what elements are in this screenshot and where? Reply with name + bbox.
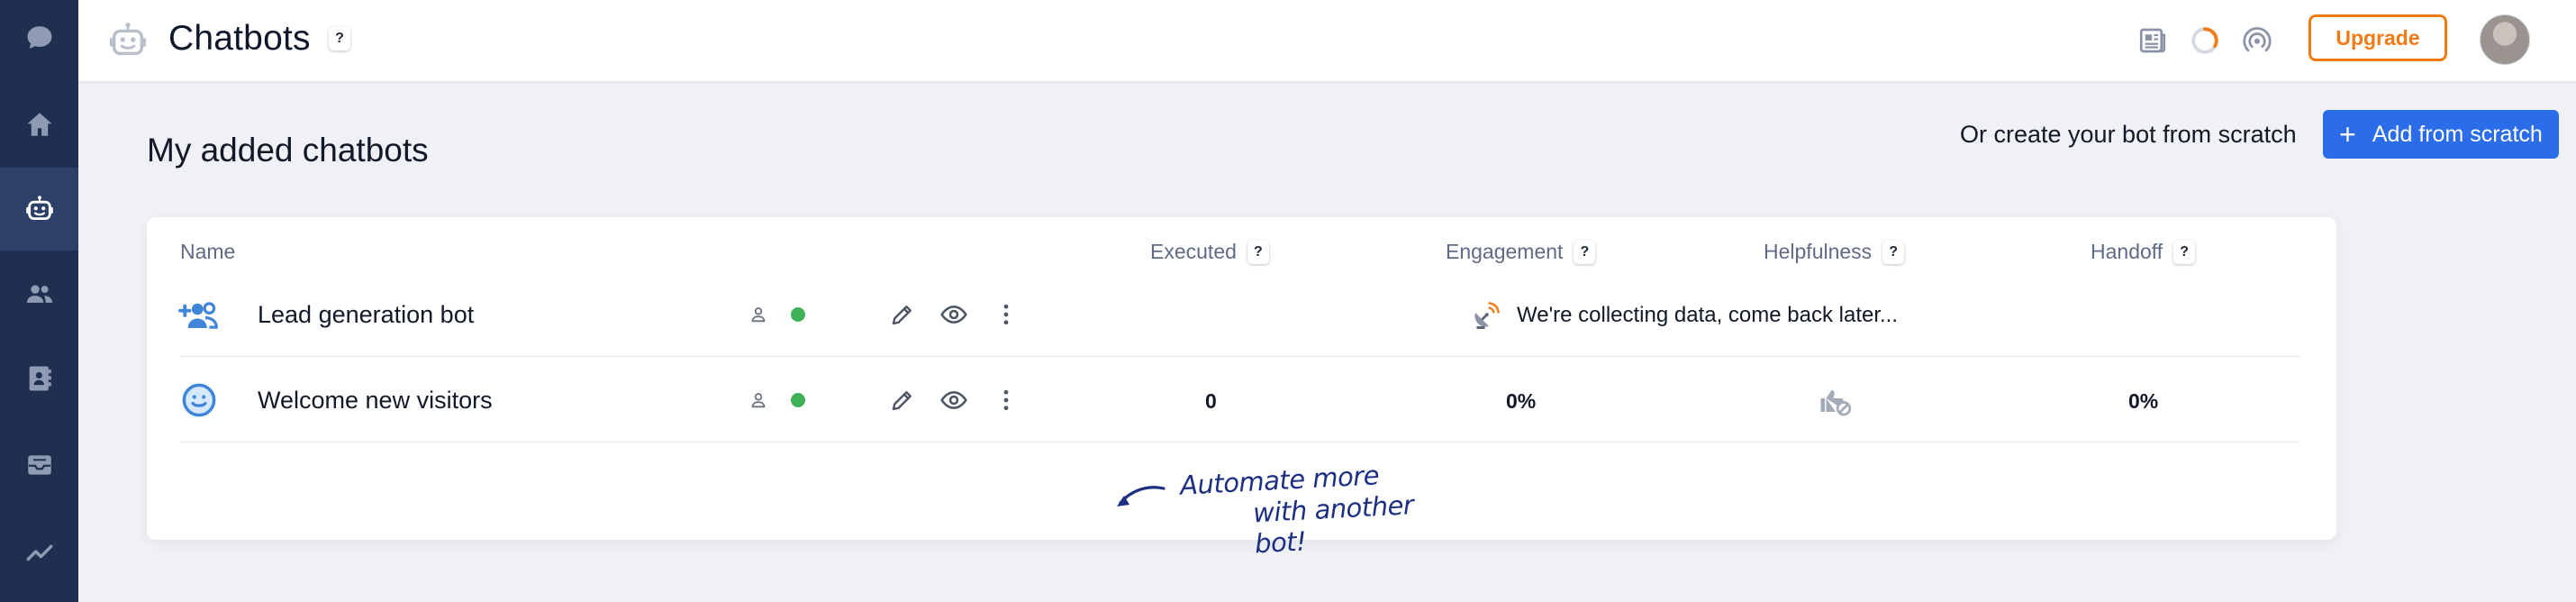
smiley-icon — [177, 380, 222, 420]
robot-icon — [25, 196, 53, 221]
plus-icon: + — [2339, 118, 2356, 150]
preview-eye-icon[interactable] — [938, 298, 970, 331]
row-divider — [180, 356, 2300, 357]
preview-eye-icon[interactable] — [938, 384, 970, 416]
chat-bubble-icon — [27, 26, 51, 50]
helpfulness-help-button[interactable]: ? — [1882, 240, 1905, 264]
column-header-engagement: Engagement ? — [1446, 240, 1596, 264]
automate-line-2: with another bot! — [1252, 489, 1415, 560]
news-icon[interactable] — [2136, 23, 2170, 58]
scratch-prompt: Or create your bot from scratch — [1960, 121, 2297, 148]
page-title: Chatbots — [168, 19, 311, 58]
column-header-executed: Executed ? — [1150, 240, 1269, 264]
owner-icon — [751, 307, 766, 323]
upgrade-button[interactable]: Upgrade — [2308, 14, 2447, 61]
owner-icon — [751, 393, 766, 408]
status-active-dot — [791, 307, 805, 322]
avatar[interactable] — [2480, 14, 2530, 65]
top-bar: Chatbots ? Upgrade — [78, 0, 2576, 82]
address-book-icon — [29, 366, 51, 391]
broadcast-icon[interactable] — [2240, 23, 2274, 58]
engagement-value: 0% — [1506, 389, 1537, 413]
engagement-help-button[interactable]: ? — [1574, 240, 1596, 264]
sidebar-item-chatbots[interactable] — [0, 168, 78, 251]
add-from-scratch-button[interactable]: + Add from scratch — [2323, 110, 2559, 159]
more-options-icon[interactable] — [990, 298, 1022, 331]
add-people-icon — [177, 296, 222, 335]
sidebar-item-conversations[interactable] — [0, 0, 78, 76]
trend-icon — [26, 544, 52, 561]
thumbs-up-disabled-icon — [1820, 390, 1852, 416]
inbox-icon — [27, 455, 51, 475]
collecting-data-notice: We're collecting data, come back later..… — [1470, 299, 1898, 332]
progress-ring-icon[interactable] — [2188, 23, 2222, 58]
people-icon — [26, 285, 52, 303]
handoff-value: 0% — [2128, 389, 2159, 413]
collecting-data-text: We're collecting data, come back later..… — [1517, 303, 1899, 327]
executed-help-button[interactable]: ? — [1247, 240, 1269, 264]
add-from-scratch-label: Add from scratch — [2372, 121, 2543, 147]
column-header-name: Name — [180, 240, 236, 263]
bot-name[interactable]: Welcome new visitors — [258, 387, 493, 415]
chatbot-app-icon — [109, 23, 147, 56]
section-title: My added chatbots — [147, 132, 429, 169]
column-header-handoff: Handoff ? — [2091, 240, 2196, 264]
handoff-help-button[interactable]: ? — [2173, 240, 2196, 264]
sidebar-item-contact-book[interactable] — [0, 337, 78, 420]
more-options-icon[interactable] — [990, 384, 1022, 416]
edit-pencil-icon[interactable] — [886, 384, 919, 416]
column-header-helpfulness: Helpfulness ? — [1764, 240, 1905, 264]
sidebar — [0, 0, 78, 602]
title-help-button[interactable]: ? — [329, 27, 350, 50]
edit-pencil-icon[interactable] — [886, 298, 919, 331]
automate-more-link[interactable]: Automate more with another bot! — [1113, 460, 1474, 559]
sidebar-item-analytics[interactable] — [0, 510, 78, 593]
bot-name[interactable]: Lead generation bot — [258, 301, 474, 329]
curved-arrow-icon — [1117, 486, 1166, 506]
sidebar-item-contacts[interactable] — [0, 252, 78, 335]
home-icon — [27, 113, 51, 136]
executed-value: 0 — [1205, 389, 1217, 413]
sidebar-item-home[interactable] — [0, 83, 78, 166]
sidebar-item-inbox[interactable] — [0, 424, 78, 506]
status-active-dot — [791, 393, 805, 407]
satellite-dish-icon — [1474, 302, 1500, 329]
